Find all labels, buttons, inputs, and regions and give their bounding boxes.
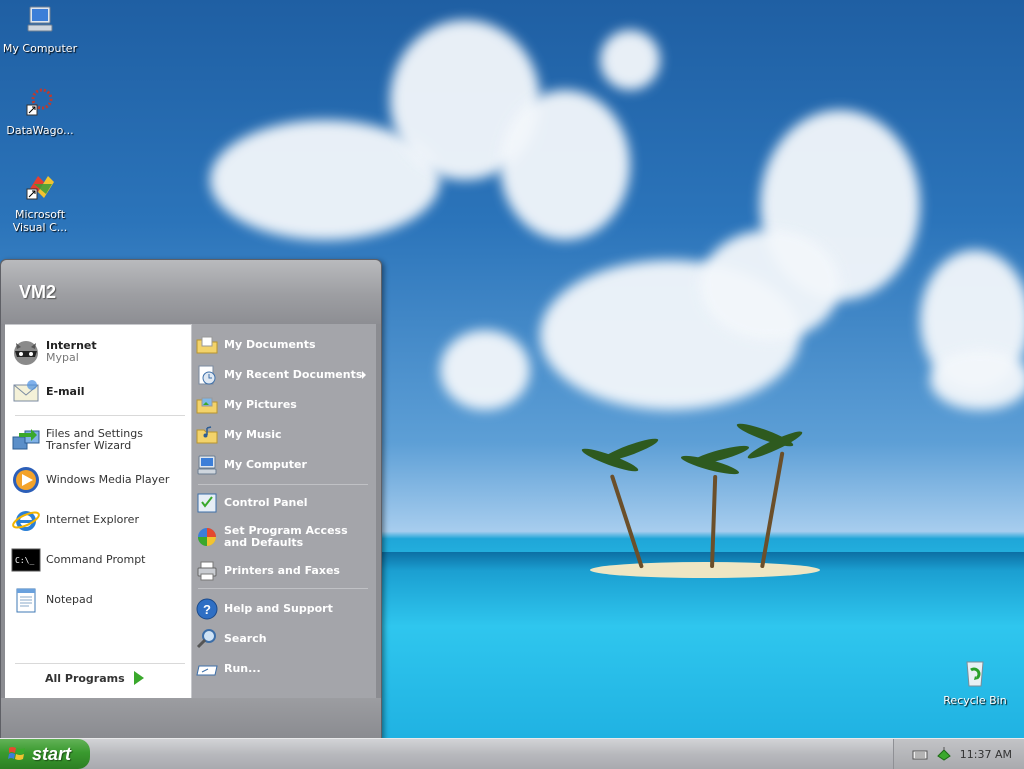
recent-item-media-player[interactable]: Windows Media Player (11, 463, 187, 497)
start-menu-right-pane: My Documents My Recent Documents My Pict… (191, 324, 376, 698)
places-item-label: My Music (224, 428, 282, 441)
desktop-icon-label: DataWago... (6, 124, 74, 137)
places-item-label: My Computer (224, 458, 307, 471)
desktop-icon-label: My Computer (2, 42, 78, 55)
run-icon (196, 665, 218, 676)
places-item-label: Help and Support (224, 602, 333, 615)
wallpaper-cloud (930, 350, 1024, 410)
start-button[interactable]: start (0, 739, 90, 769)
desktop-icon-my-computer[interactable]: My Computer (0, 4, 80, 55)
datawagon-icon (26, 88, 53, 116)
help-icon: ? (196, 598, 218, 620)
media-player-icon (13, 467, 39, 493)
menu-separator (15, 663, 185, 664)
desktop-icon-visual-studio[interactable]: Microsoft Visual C... (0, 170, 80, 234)
start-menu-footer (1, 698, 381, 739)
wallpaper-cloud (500, 90, 630, 240)
places-item-search[interactable]: Search (196, 626, 372, 652)
places-item-my-recent-documents[interactable]: My Recent Documents (196, 362, 372, 388)
wallpaper-cloud (440, 330, 530, 410)
start-button-label: start (32, 743, 72, 764)
recent-item-internet-explorer[interactable]: Internet Explorer (11, 503, 187, 537)
email-envelope-icon (13, 380, 39, 402)
safely-remove-hardware-icon[interactable] (936, 746, 952, 762)
menu-separator (198, 588, 368, 589)
folder-music-icon (196, 426, 218, 444)
start-menu: VM2 Internet Mypal E-mail Files and Sett… (0, 259, 382, 740)
palm-trunk (760, 451, 785, 569)
recent-item-label: Command Prompt (46, 553, 146, 566)
wallpaper-cloud (700, 230, 840, 340)
places-item-my-documents[interactable]: My Documents (196, 332, 372, 358)
submenu-arrow-icon (362, 371, 366, 379)
desktop-icon-label: Recycle Bin (943, 694, 1007, 707)
keyboard-icon[interactable] (912, 746, 928, 762)
printer-icon (197, 561, 217, 581)
user-name: VM2 (19, 282, 57, 302)
recent-item-notepad[interactable]: Notepad (11, 583, 187, 617)
places-item-label: My Recent Documents (224, 368, 363, 381)
menu-separator (198, 484, 368, 485)
desktop-icon-datawagon[interactable]: DataWago... (0, 86, 80, 137)
visual-studio-icon (26, 176, 54, 200)
folder-pictures-icon (196, 397, 218, 414)
places-item-my-music[interactable]: My Music (196, 422, 372, 448)
system-tray: 11:37 AM (893, 739, 1024, 769)
internet-explorer-icon (12, 511, 40, 531)
pinned-item-title: E-mail (46, 385, 85, 398)
places-item-control-panel[interactable]: Control Panel (196, 490, 372, 516)
transfer-wizard-icon (12, 429, 40, 450)
desktop-icon-label: Microsoft Visual C... (12, 208, 68, 234)
recent-item-transfer-wizard[interactable]: Files and Settings Transfer Wizard (11, 423, 187, 457)
palm-frond (600, 435, 660, 465)
recent-item-label: Internet Explorer (46, 513, 139, 526)
places-item-my-pictures[interactable]: My Pictures (196, 392, 372, 418)
places-item-help-support[interactable]: ? Help and Support (196, 596, 372, 622)
desktop-icon-recycle-bin[interactable]: Recycle Bin (935, 656, 1015, 707)
recent-item-label: Notepad (46, 593, 93, 606)
recycle-bin-icon (966, 661, 984, 687)
menu-separator (15, 415, 185, 416)
folder-documents-icon (196, 336, 218, 354)
places-item-run[interactable]: Run... (196, 656, 372, 682)
wallpaper-island (590, 562, 820, 578)
my-computer-icon (197, 455, 217, 475)
program-defaults-icon (198, 528, 216, 546)
pinned-item-subtitle: Mypal (46, 351, 79, 364)
green-arrow-icon (133, 671, 144, 685)
wallpaper-cloud (600, 30, 660, 90)
all-programs-button[interactable]: All Programs (45, 671, 144, 685)
places-item-label: My Pictures (224, 398, 297, 411)
places-item-my-computer[interactable]: My Computer (196, 452, 372, 478)
pinned-item-email[interactable]: E-mail (11, 375, 187, 409)
windows-flag-icon (8, 747, 25, 760)
notepad-icon (16, 588, 36, 613)
places-item-program-defaults[interactable]: Set Program Access and Defaults (196, 520, 372, 554)
control-panel-icon (197, 493, 217, 513)
svg-text:?: ? (203, 602, 211, 617)
recent-item-command-prompt[interactable]: C:\_ Command Prompt (11, 543, 187, 577)
taskbar: start 11:37 AM (0, 738, 1024, 769)
places-item-printers-faxes[interactable]: Printers and Faxes (196, 558, 372, 584)
recent-item-label: Windows Media Player (46, 473, 170, 486)
my-computer-icon (27, 6, 53, 32)
recent-documents-icon (198, 365, 216, 385)
places-item-label: Run... (224, 662, 261, 675)
places-item-label: My Documents (224, 338, 316, 351)
search-icon (196, 629, 216, 649)
clock[interactable]: 11:37 AM (960, 748, 1012, 761)
pinned-item-internet[interactable]: Internet Mypal (11, 335, 187, 369)
start-menu-left-pane: Internet Mypal E-mail Files and Settings … (5, 324, 191, 699)
mypal-raccoon-icon (14, 341, 38, 365)
start-menu-header: VM2 (1, 260, 381, 324)
places-item-label: Search (224, 632, 267, 645)
places-item-label: Printers and Faxes (224, 564, 340, 577)
recent-item-label: Files and Settings Transfer Wizard (46, 427, 143, 452)
places-item-label: Set Program Access and Defaults (224, 524, 348, 549)
places-item-label: Control Panel (224, 496, 308, 509)
all-programs-label: All Programs (45, 671, 125, 685)
svg-text:C:\_: C:\_ (15, 556, 34, 565)
command-prompt-icon: C:\_ (11, 548, 41, 572)
